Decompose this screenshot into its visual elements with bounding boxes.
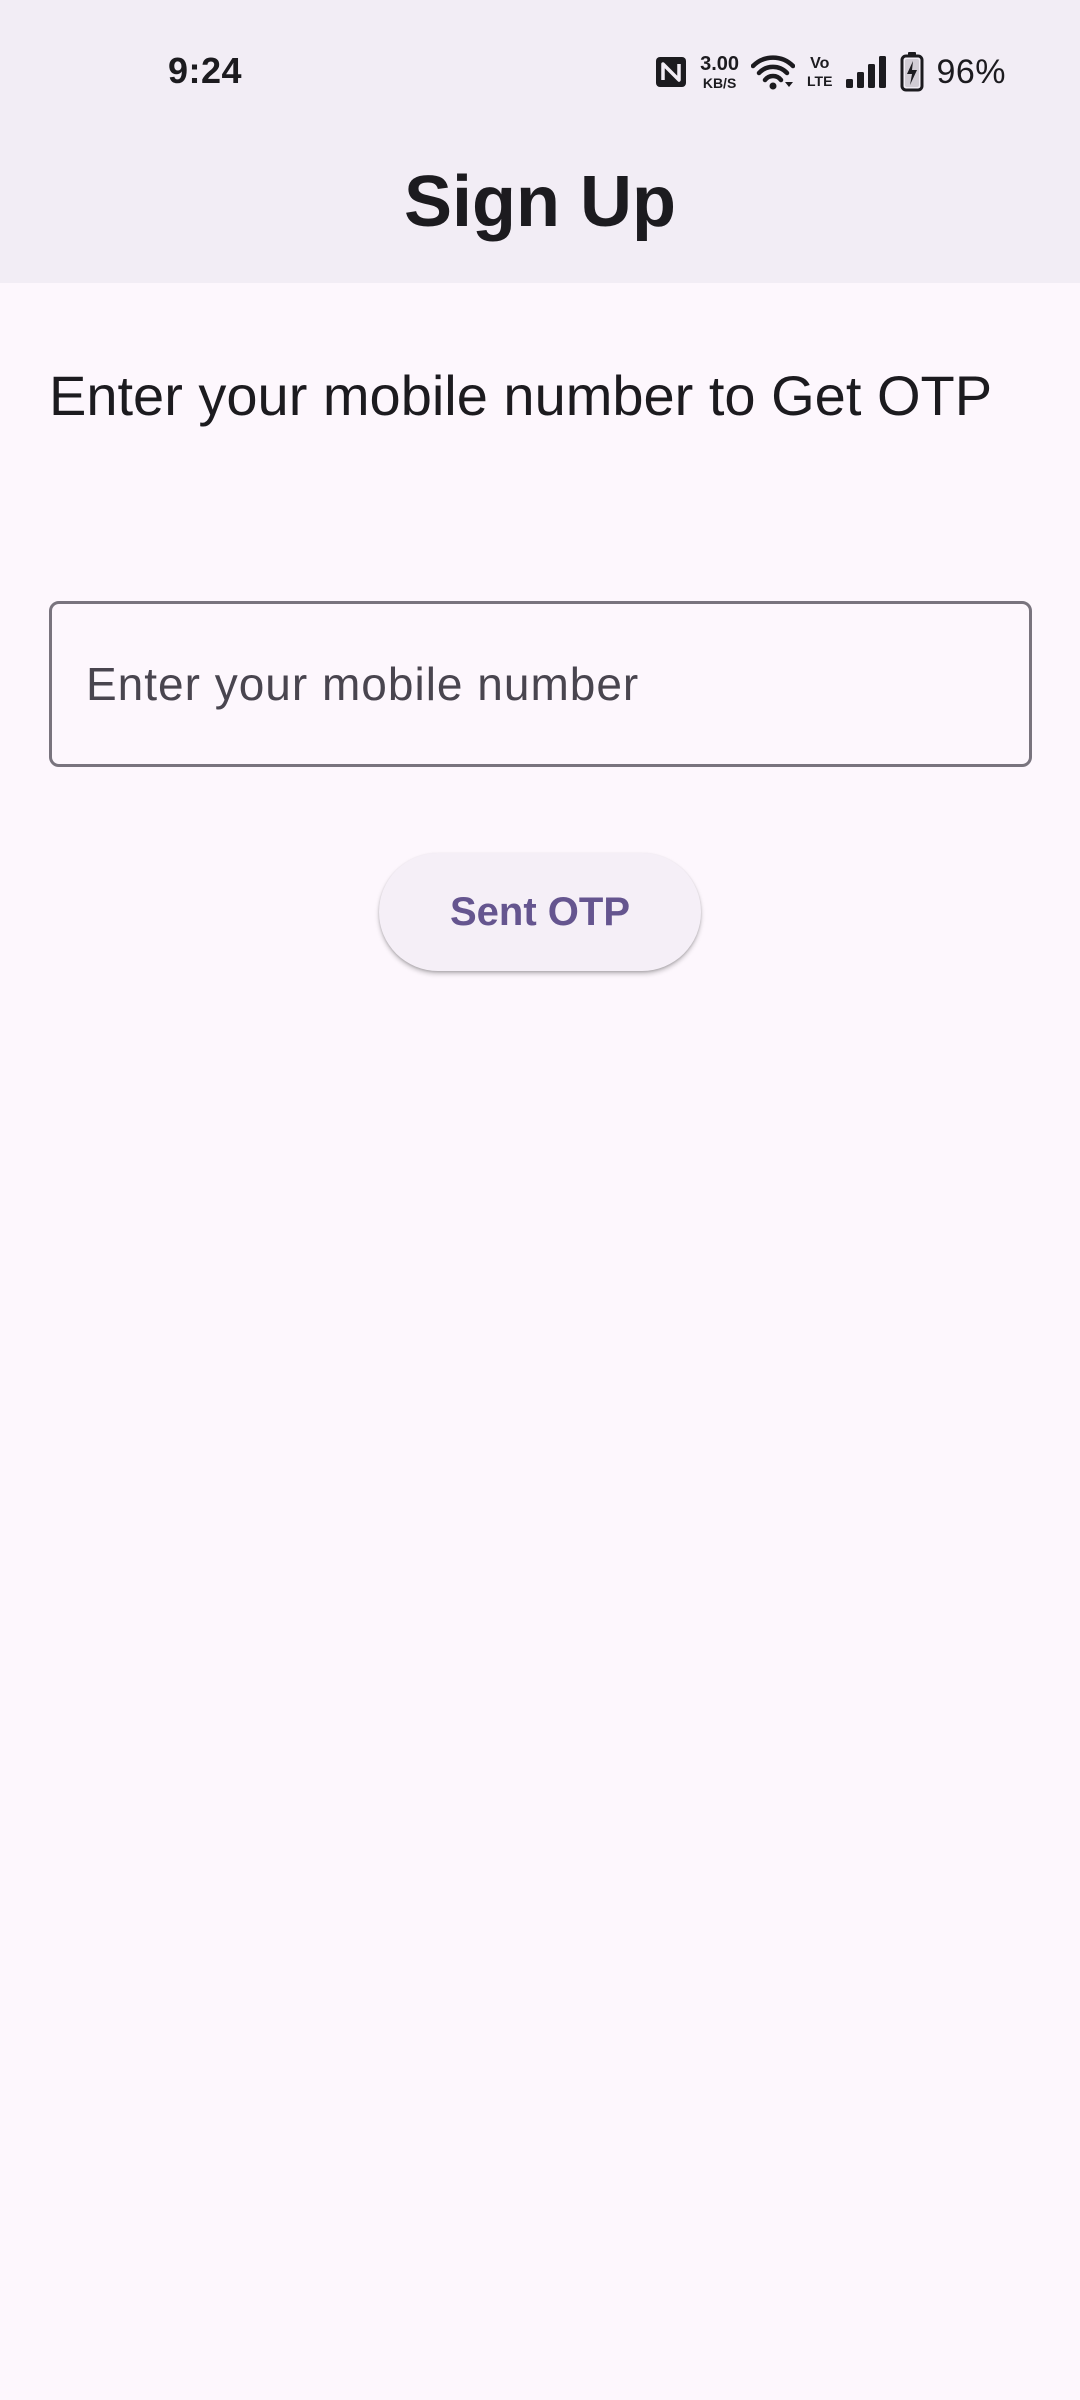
network-speed-indicator: 3.00 KB/S [700,54,739,90]
top-area: 9:24 3.00 KB/S Vo LTE 96% Sign Up [0,0,1080,283]
network-speed-unit: KB/S [702,75,737,91]
app-bar: Sign Up [0,140,1080,283]
battery-charging-icon [900,52,924,92]
signup-screen: 9:24 3.00 KB/S Vo LTE 96% Sign Up Enter … [0,0,1080,2400]
status-bar: 9:24 3.00 KB/S Vo LTE 96% [0,0,1080,140]
signal-icon [844,55,888,89]
send-otp-button[interactable]: Sent OTP [379,853,701,971]
mobile-number-input[interactable] [49,601,1032,767]
volte-label-top: Vo [810,55,830,72]
page-title: Sign Up [404,161,676,242]
volte-label-bottom: LTE [807,73,833,89]
nfc-icon [654,55,688,89]
battery-percent: 96% [936,52,1006,91]
otp-instruction-text: Enter your mobile number to Get OTP [49,364,993,427]
volte-icon: Vo LTE [807,55,833,89]
status-time: 9:24 [168,50,243,91]
wifi-icon [751,54,796,90]
network-speed-value: 3.00 [700,53,740,75]
status-icons: 3.00 KB/S Vo LTE 96% [654,44,1006,100]
